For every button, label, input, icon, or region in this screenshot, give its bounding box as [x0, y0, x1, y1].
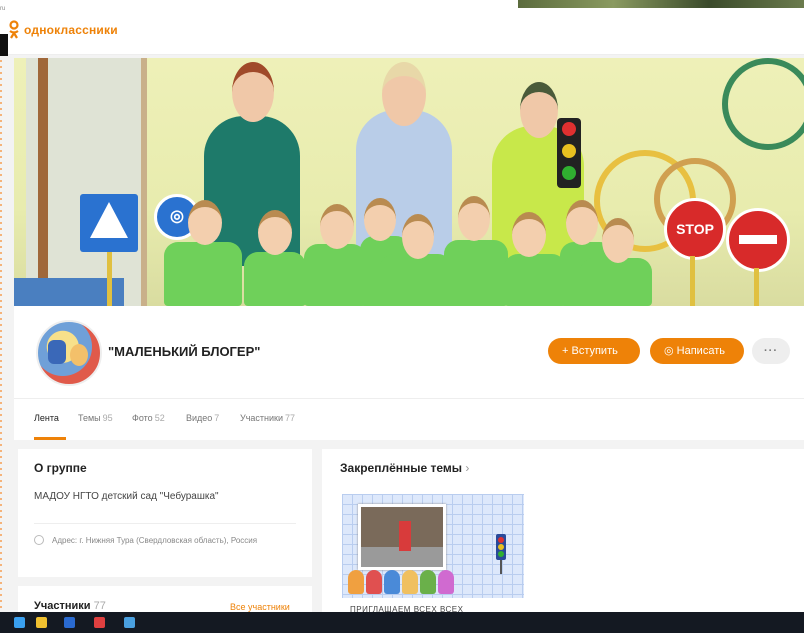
- chevron-right-icon: ›: [465, 461, 470, 475]
- cover-hoop: [722, 58, 804, 150]
- child-figure: [504, 254, 566, 306]
- adult-head: [520, 82, 558, 138]
- character: [420, 570, 436, 594]
- crosswalk-sign-icon: [80, 194, 138, 252]
- avatar-detail: [48, 340, 66, 364]
- members-title: Участники 77: [34, 600, 106, 612]
- join-button[interactable]: + Вступить: [548, 338, 640, 364]
- child-head: [188, 200, 222, 245]
- child-figure: [304, 244, 366, 306]
- pinned-topics-card: Закреплённые темы › ПРИГЛАШАЕМ ВСЕХ ВСЕХ: [322, 449, 804, 633]
- pinned-title-label: Закреплённые темы: [340, 461, 463, 475]
- tab-count: 77: [285, 413, 296, 423]
- brand-name[interactable]: одноклассники: [24, 23, 118, 37]
- traffic-light-icon: [496, 534, 506, 574]
- all-members-link[interactable]: Все участники: [230, 602, 290, 612]
- group-description: МАДОУ НГТО детский сад "Чебурашка": [34, 491, 219, 502]
- adult-head: [232, 62, 274, 122]
- child-head: [602, 218, 634, 263]
- file-explorer-icon[interactable]: [36, 617, 47, 628]
- child-figure: [380, 254, 452, 306]
- sign-pole: [107, 252, 112, 306]
- tab-label: Темы: [78, 413, 101, 423]
- thumbnail-detail: [399, 521, 411, 551]
- child-figure: [164, 242, 242, 306]
- tab-label: Лента: [34, 413, 59, 423]
- thumbnail-characters: [348, 570, 458, 596]
- no-entry-sign-icon: [726, 208, 790, 272]
- child-figure: [244, 252, 306, 306]
- mail-icon[interactable]: [94, 617, 105, 628]
- character: [384, 570, 400, 594]
- about-group-card: О группе МАДОУ НГТО детский сад "Чебураш…: [18, 449, 312, 577]
- tab-members[interactable]: Участники 77: [240, 413, 295, 423]
- child-head: [320, 204, 354, 249]
- tab-count: 7: [214, 413, 220, 423]
- character: [348, 570, 364, 594]
- child-head: [402, 214, 434, 259]
- about-title: О группе: [34, 461, 87, 475]
- thumbnail-photo: [358, 504, 446, 570]
- location-pin-icon: [34, 535, 44, 545]
- traffic-light-icon: [557, 118, 581, 188]
- group-header: "МАЛЕНЬКИЙ БЛОГЕР" + Вступить ◎ Написать…: [14, 306, 804, 440]
- more-options-button[interactable]: ···: [752, 338, 790, 364]
- adult-head: [382, 62, 426, 126]
- background-photo-strip: [518, 0, 804, 8]
- os-taskbar: [0, 612, 804, 633]
- group-tabs: Лента Темы 95 Фото 52 Видео 7 Участники 77: [14, 398, 804, 441]
- sign-pole: [690, 256, 695, 306]
- tab-videos[interactable]: Видео 7: [186, 413, 219, 423]
- group-cover-photo: ◎ STOP: [14, 58, 804, 306]
- tab-topics[interactable]: Темы 95: [78, 413, 113, 423]
- pinned-topics-title[interactable]: Закреплённые темы ›: [340, 461, 469, 475]
- start-icon[interactable]: [14, 617, 25, 628]
- child-head: [566, 200, 598, 245]
- stop-sign-icon: STOP: [664, 198, 726, 260]
- top-navigation-bar: ru одноклассники: [0, 0, 804, 56]
- stop-sign-text: STOP: [676, 221, 714, 237]
- group-address: Адрес: г. Нижняя Тура (Свердловская обла…: [52, 536, 258, 545]
- character: [438, 570, 454, 594]
- character: [402, 570, 418, 594]
- members-label: Участники: [34, 600, 91, 612]
- child-head: [364, 198, 396, 241]
- members-count: 77: [93, 600, 106, 612]
- child-head: [458, 196, 490, 241]
- sign-pole: [754, 268, 759, 306]
- divider: [34, 523, 296, 524]
- window-edge: [0, 34, 8, 56]
- child-figure: [444, 240, 508, 306]
- tab-label: Видео: [186, 413, 213, 423]
- group-avatar[interactable]: [36, 320, 102, 386]
- tab-count: 95: [102, 413, 113, 423]
- child-head: [258, 210, 292, 255]
- active-tab-indicator: [34, 437, 66, 440]
- group-title: "МАЛЕНЬКИЙ БЛОГЕР": [108, 344, 261, 359]
- avatar-detail: [70, 344, 88, 366]
- ok-logo-icon[interactable]: [8, 20, 20, 40]
- write-message-button[interactable]: ◎ Написать: [650, 338, 744, 364]
- tab-feed[interactable]: Лента: [34, 413, 59, 423]
- child-figure: [580, 258, 652, 306]
- character: [366, 570, 382, 594]
- windows-icon[interactable]: [124, 617, 135, 628]
- cover-post: [38, 58, 48, 278]
- tab-label: Фото: [132, 413, 153, 423]
- tab-photos[interactable]: Фото 52: [132, 413, 165, 423]
- tab-count: 52: [154, 413, 165, 423]
- child-head: [512, 212, 546, 257]
- corner-label: ru: [0, 6, 6, 12]
- pinned-topic-thumbnail[interactable]: [342, 494, 524, 598]
- tab-label: Участники: [240, 413, 283, 423]
- store-icon[interactable]: [64, 617, 75, 628]
